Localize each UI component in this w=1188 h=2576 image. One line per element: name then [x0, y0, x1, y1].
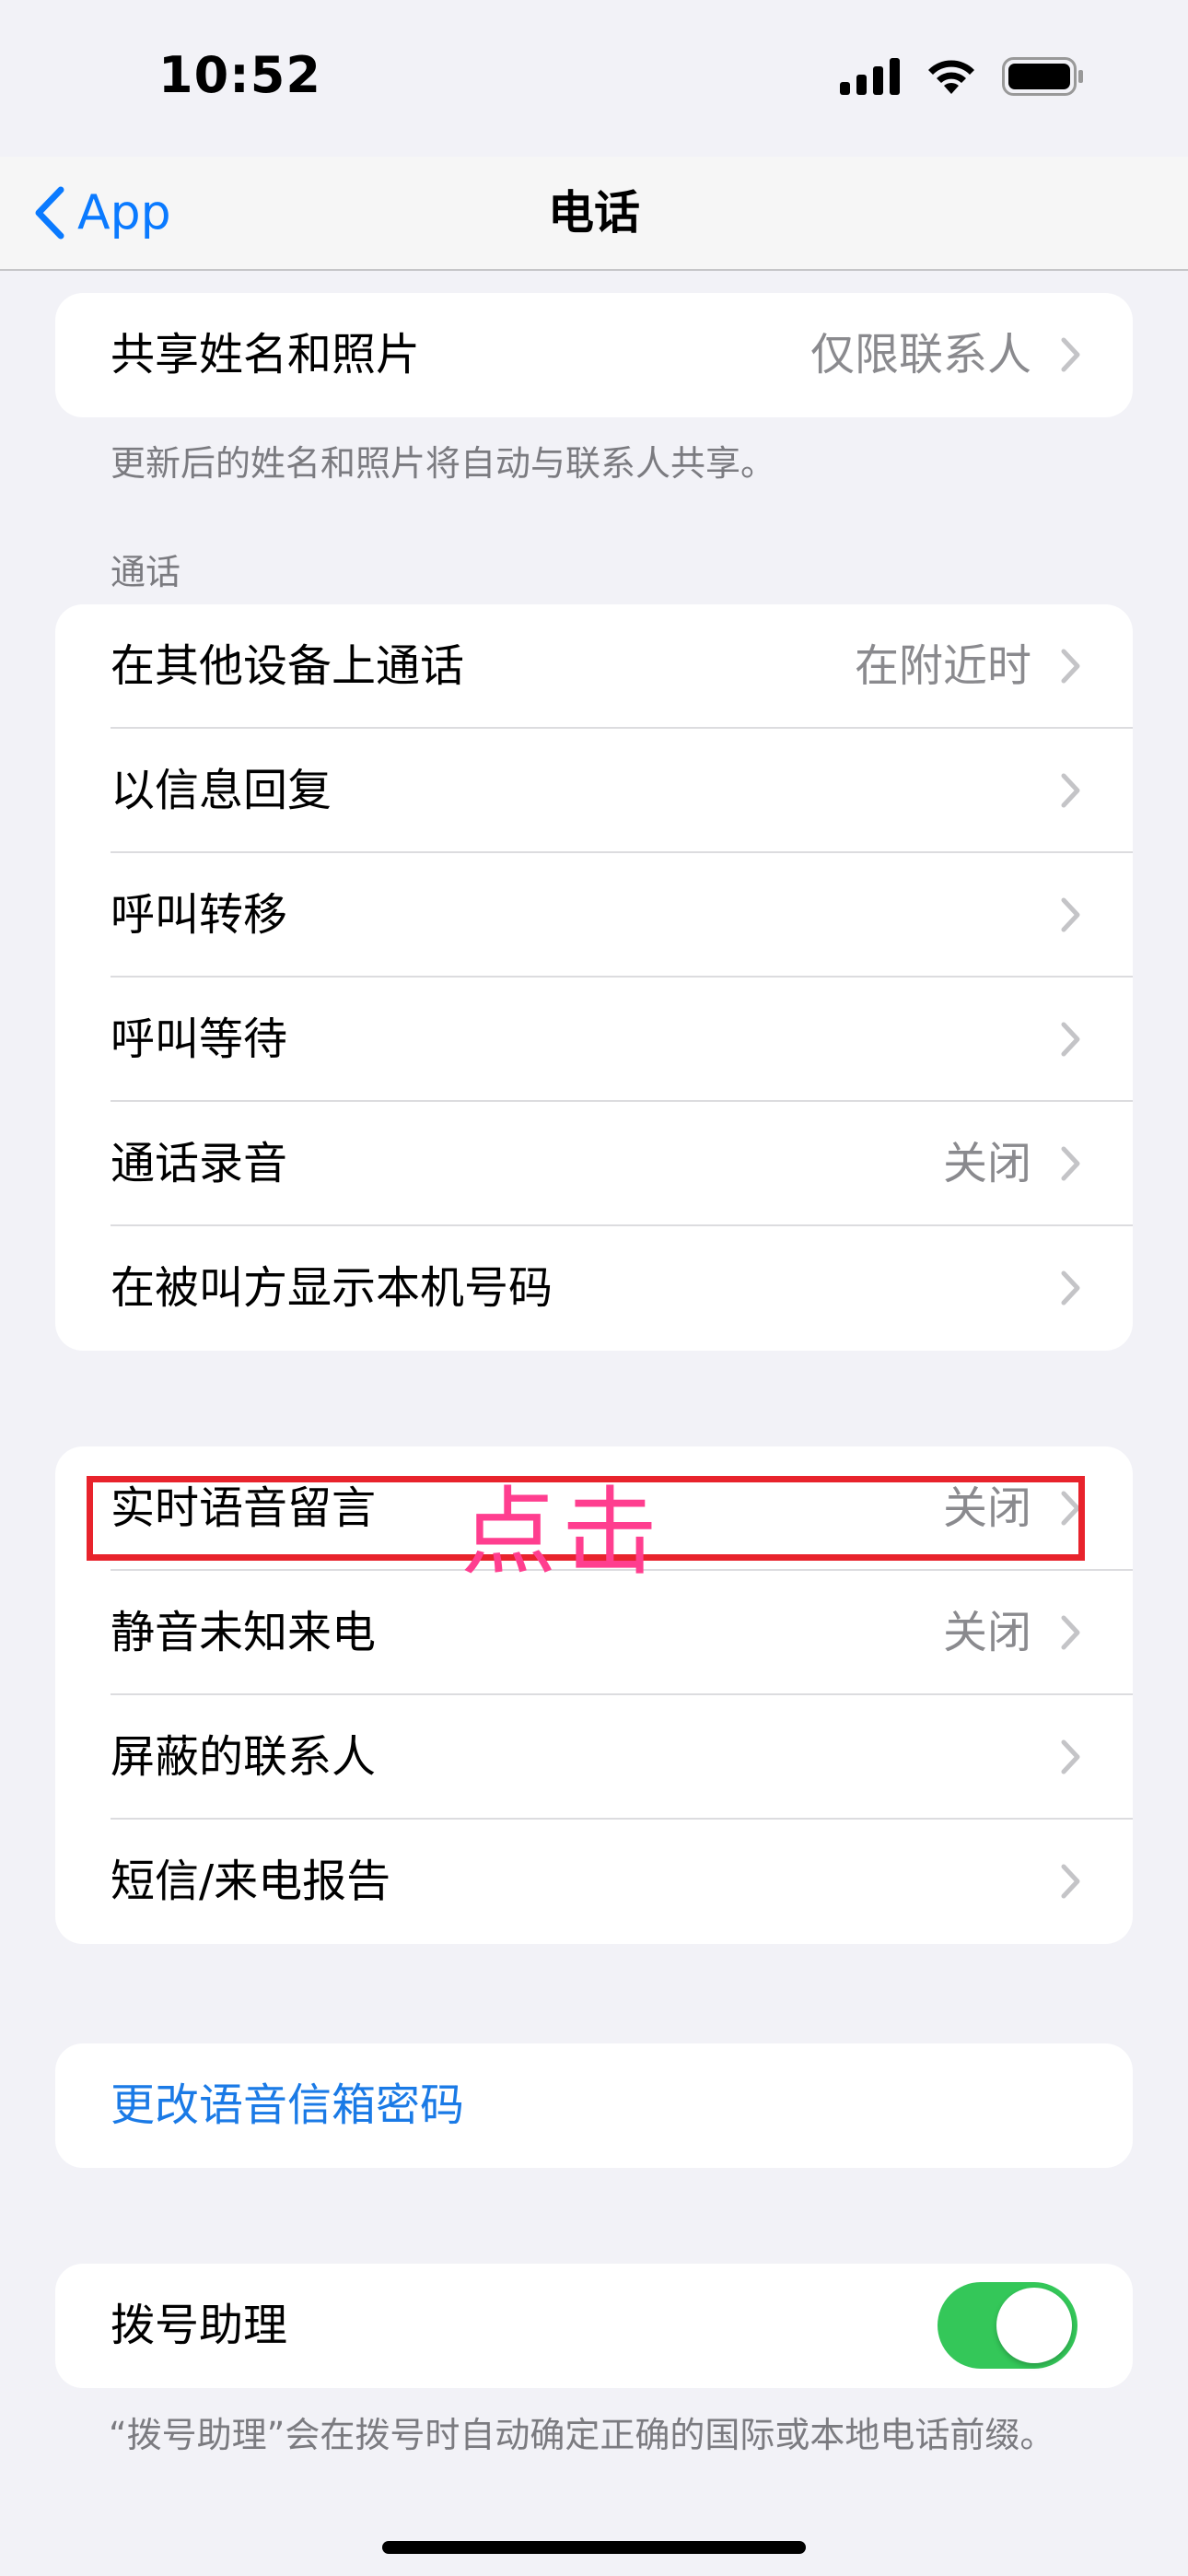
list-item[interactable]: 屏蔽的联系人: [55, 1695, 1133, 1820]
navigation-bar: 电话 App: [0, 157, 1188, 271]
chevron-right-icon: [1061, 1615, 1080, 1650]
row-label: 在被叫方显示本机号码: [111, 1262, 553, 1314]
change-voicemail-password-button[interactable]: 更改语音信箱密码: [55, 2043, 1133, 2168]
wifi-icon: [928, 60, 974, 94]
status-bar: 10:52: [0, 0, 1188, 157]
chevron-right-icon: [1061, 1270, 1080, 1306]
change-password-group: 更改语音信箱密码: [55, 2043, 1133, 2168]
chevron-right-icon: [1061, 1146, 1080, 1181]
calls-group: 在其他设备上通话 在附近时 以信息回复 呼叫转移 呼叫等待 通话录音 关闭 在被…: [55, 604, 1133, 1351]
share-footnote: 更新后的姓名和照片将自动与联系人共享。: [111, 443, 776, 484]
share-name-photo-row[interactable]: 共享姓名和照片 仅限联系人: [55, 293, 1133, 417]
row-label: 共享姓名和照片: [111, 329, 421, 381]
chevron-right-icon: [1061, 649, 1080, 684]
list-item[interactable]: 以信息回复: [55, 729, 1133, 853]
row-value: 关闭: [942, 1138, 1031, 1189]
row-label: 在其他设备上通话: [111, 640, 465, 692]
chevron-left-icon: [35, 186, 64, 240]
row-value: 关闭: [942, 1607, 1031, 1658]
dial-assist-group: 拨号助理: [55, 2264, 1133, 2388]
page-title: 电话: [548, 186, 640, 240]
tap-annotation: 点击: [460, 1476, 664, 1588]
chevron-right-icon: [1061, 1739, 1080, 1774]
list-item[interactable]: 呼叫转移: [55, 853, 1133, 978]
status-icons: [840, 57, 1085, 96]
dial-assist-row: 拨号助理: [55, 2264, 1133, 2388]
list-item[interactable]: 呼叫等待: [55, 978, 1133, 1102]
list-item[interactable]: 通话录音 关闭: [55, 1102, 1133, 1226]
toggle-knob: [996, 2288, 1072, 2363]
chevron-right-icon: [1061, 1022, 1080, 1057]
row-label: 静音未知来电: [111, 1607, 377, 1658]
battery-icon: [1002, 57, 1083, 96]
calls-section-header: 通话: [111, 552, 181, 592]
row-label: 拨号助理: [111, 2300, 288, 2351]
chevron-right-icon: [1061, 1864, 1080, 1899]
row-label: 短信/来电报告: [111, 1856, 391, 1907]
chevron-right-icon: [1061, 773, 1080, 808]
home-indicator[interactable]: [382, 2541, 806, 2554]
list-item[interactable]: 在其他设备上通话 在附近时: [55, 604, 1133, 729]
cellular-signal-icon: [840, 58, 900, 95]
chevron-right-icon: [1061, 337, 1080, 372]
list-item[interactable]: 短信/来电报告: [55, 1820, 1133, 1944]
row-value: 仅限联系人: [809, 329, 1031, 381]
dial-assist-footnote: “拨号助理”会在拨号时自动确定正确的国际或本地电话前缀。: [109, 2415, 1055, 2455]
back-button[interactable]: App: [33, 173, 171, 252]
row-label: 更改语音信箱密码: [111, 2079, 465, 2131]
row-value: 在附近时: [854, 640, 1031, 692]
list-item[interactable]: 在被叫方显示本机号码: [55, 1226, 1133, 1351]
row-label: 屏蔽的联系人: [111, 1731, 377, 1783]
row-label: 呼叫等待: [111, 1013, 288, 1065]
dial-assist-toggle[interactable]: [938, 2282, 1077, 2369]
row-label: 呼叫转移: [111, 889, 288, 941]
share-group: 共享姓名和照片 仅限联系人: [55, 293, 1133, 417]
chevron-right-icon: [1061, 897, 1080, 932]
row-label: 以信息回复: [111, 765, 332, 816]
row-label: 通话录音: [111, 1138, 288, 1189]
status-time: 10:52: [158, 46, 321, 104]
back-label: App: [77, 185, 171, 240]
